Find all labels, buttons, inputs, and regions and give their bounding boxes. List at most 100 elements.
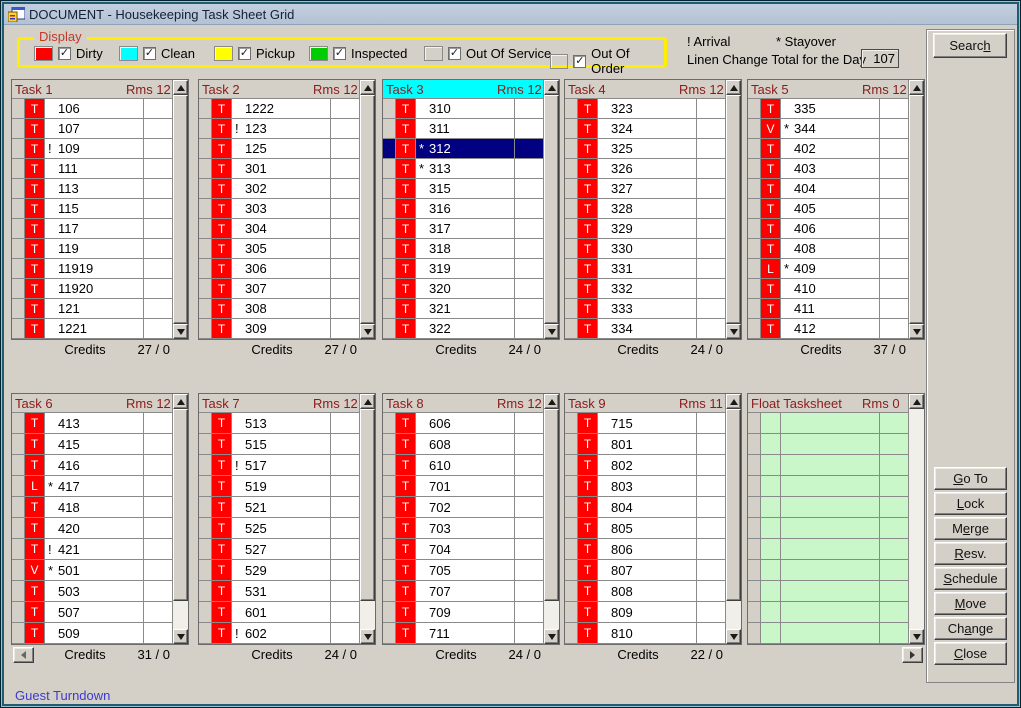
task-row[interactable] xyxy=(748,539,924,560)
task-row[interactable]: T*3122 xyxy=(383,139,559,159)
close-button[interactable]: Close xyxy=(934,642,1007,665)
task-row[interactable]: T4043 xyxy=(748,179,924,199)
task-row[interactable]: T5212 xyxy=(199,497,375,518)
scroll-down-button[interactable] xyxy=(726,324,741,339)
move-button[interactable]: Move xyxy=(934,592,1007,615)
task-row[interactable] xyxy=(748,581,924,602)
task-row[interactable] xyxy=(748,476,924,497)
scroll-thumb[interactable] xyxy=(360,409,375,601)
search-button[interactable]: Search xyxy=(933,33,1007,58)
grid-scrollbar[interactable] xyxy=(908,394,924,644)
task-row[interactable]: T!6022 xyxy=(199,623,375,644)
scroll-thumb[interactable] xyxy=(173,95,188,324)
task-row[interactable]: T3282 xyxy=(565,199,741,219)
task-row[interactable]: T5152 xyxy=(199,434,375,455)
task-row[interactable]: T8012 xyxy=(565,434,741,455)
task-row[interactable]: T3262 xyxy=(565,159,741,179)
task-row[interactable]: T3222 xyxy=(383,319,559,339)
task-row[interactable]: T4103 xyxy=(748,279,924,299)
task-row[interactable] xyxy=(748,497,924,518)
scroll-down-button[interactable] xyxy=(909,629,924,644)
task-row[interactable]: T3012 xyxy=(199,159,375,179)
scroll-down-button[interactable] xyxy=(544,629,559,644)
task-row[interactable]: T1152 xyxy=(12,199,188,219)
scroll-down-button[interactable] xyxy=(726,629,741,644)
task-row[interactable]: T4023 xyxy=(748,139,924,159)
lock-button[interactable]: Lock xyxy=(934,492,1007,515)
task-row[interactable]: T5292 xyxy=(199,560,375,581)
task-row[interactable]: T8032 xyxy=(565,476,741,497)
task-row[interactable]: T3062 xyxy=(199,259,375,279)
task-row[interactable]: T*3132 xyxy=(383,159,559,179)
task-row[interactable]: T5312 xyxy=(199,581,375,602)
task-row[interactable]: T3112 xyxy=(383,119,559,139)
scroll-thumb[interactable] xyxy=(544,409,559,601)
scroll-down-button[interactable] xyxy=(360,629,375,644)
resv-button[interactable]: Resv. xyxy=(934,542,1007,565)
grid-scrollbar[interactable] xyxy=(543,80,559,339)
grid-scrollbar[interactable] xyxy=(725,80,741,339)
task-row[interactable]: T4033 xyxy=(748,159,924,179)
task-row[interactable]: T7012 xyxy=(383,476,559,497)
task-row[interactable]: T5032 xyxy=(12,581,188,602)
task-row[interactable]: T1072 xyxy=(12,119,188,139)
task-row[interactable]: T4063 xyxy=(748,219,924,239)
scroll-up-button[interactable] xyxy=(360,80,375,95)
scroll-up-button[interactable] xyxy=(544,80,559,95)
task-row[interactable]: T!1092 xyxy=(12,139,188,159)
task-row[interactable]: T8082 xyxy=(565,581,741,602)
task-row[interactable]: T7022 xyxy=(383,497,559,518)
task-row[interactable]: T1132 xyxy=(12,179,188,199)
task-row[interactable]: T1252 xyxy=(199,139,375,159)
scroll-down-button[interactable] xyxy=(360,324,375,339)
task-row[interactable]: T4133 xyxy=(12,413,188,434)
pickup-checkbox[interactable]: ✓ xyxy=(238,47,251,60)
task-row[interactable]: T1062 xyxy=(12,99,188,119)
task-row[interactable]: V*3445 xyxy=(748,119,924,139)
task-row[interactable]: T4123 xyxy=(748,319,924,339)
task-row[interactable]: T3152 xyxy=(383,179,559,199)
task-row[interactable]: T1172 xyxy=(12,219,188,239)
dirty-checkbox[interactable]: ✓ xyxy=(58,47,71,60)
out-of-order-checkbox[interactable]: ✓ xyxy=(573,55,586,68)
inspected-checkbox[interactable]: ✓ xyxy=(333,47,346,60)
task-row[interactable]: T1112 xyxy=(12,159,188,179)
scroll-up-button[interactable] xyxy=(544,394,559,409)
task-row[interactable]: L*4093 xyxy=(748,259,924,279)
task-row[interactable]: T!1232 xyxy=(199,119,375,139)
task-row[interactable]: T4163 xyxy=(12,455,188,476)
task-row[interactable]: T7032 xyxy=(383,518,559,539)
task-row[interactable]: T8052 xyxy=(565,518,741,539)
task-row[interactable]: T3042 xyxy=(199,219,375,239)
scroll-thumb[interactable] xyxy=(726,409,741,601)
task-row[interactable]: T7052 xyxy=(383,560,559,581)
scroll-thumb[interactable] xyxy=(544,95,559,324)
clean-checkbox[interactable]: ✓ xyxy=(143,47,156,60)
task-row[interactable]: T7072 xyxy=(383,581,559,602)
task-row[interactable]: T6082 xyxy=(383,434,559,455)
out-of-service-checkbox[interactable]: ✓ xyxy=(448,47,461,60)
task-row[interactable]: T8042 xyxy=(565,497,741,518)
task-row[interactable] xyxy=(748,455,924,476)
task-row[interactable]: T1192 xyxy=(12,239,188,259)
grid-scrollbar[interactable] xyxy=(359,80,375,339)
task-row[interactable]: T6062 xyxy=(383,413,559,434)
task-row[interactable] xyxy=(748,602,924,623)
task-row[interactable]: T3172 xyxy=(383,219,559,239)
task-row[interactable]: T3082 xyxy=(199,299,375,319)
task-row[interactable]: T3232 xyxy=(565,99,741,119)
task-row[interactable] xyxy=(748,518,924,539)
task-row[interactable]: T6102 xyxy=(383,455,559,476)
grid-scrollbar[interactable] xyxy=(725,394,741,644)
scroll-thumb[interactable] xyxy=(173,409,188,601)
grid-scrollbar[interactable] xyxy=(908,80,924,339)
task-row[interactable]: T7112 xyxy=(383,623,559,644)
goto-button[interactable]: Go To xyxy=(934,467,1007,490)
task-row[interactable]: T3292 xyxy=(565,219,741,239)
scroll-thumb[interactable] xyxy=(726,95,741,324)
task-row[interactable]: T8022 xyxy=(565,455,741,476)
task-row[interactable]: T3102 xyxy=(383,99,559,119)
task-row[interactable] xyxy=(748,623,924,644)
task-row[interactable]: T3352 xyxy=(748,99,924,119)
grid-scrollbar[interactable] xyxy=(543,394,559,644)
